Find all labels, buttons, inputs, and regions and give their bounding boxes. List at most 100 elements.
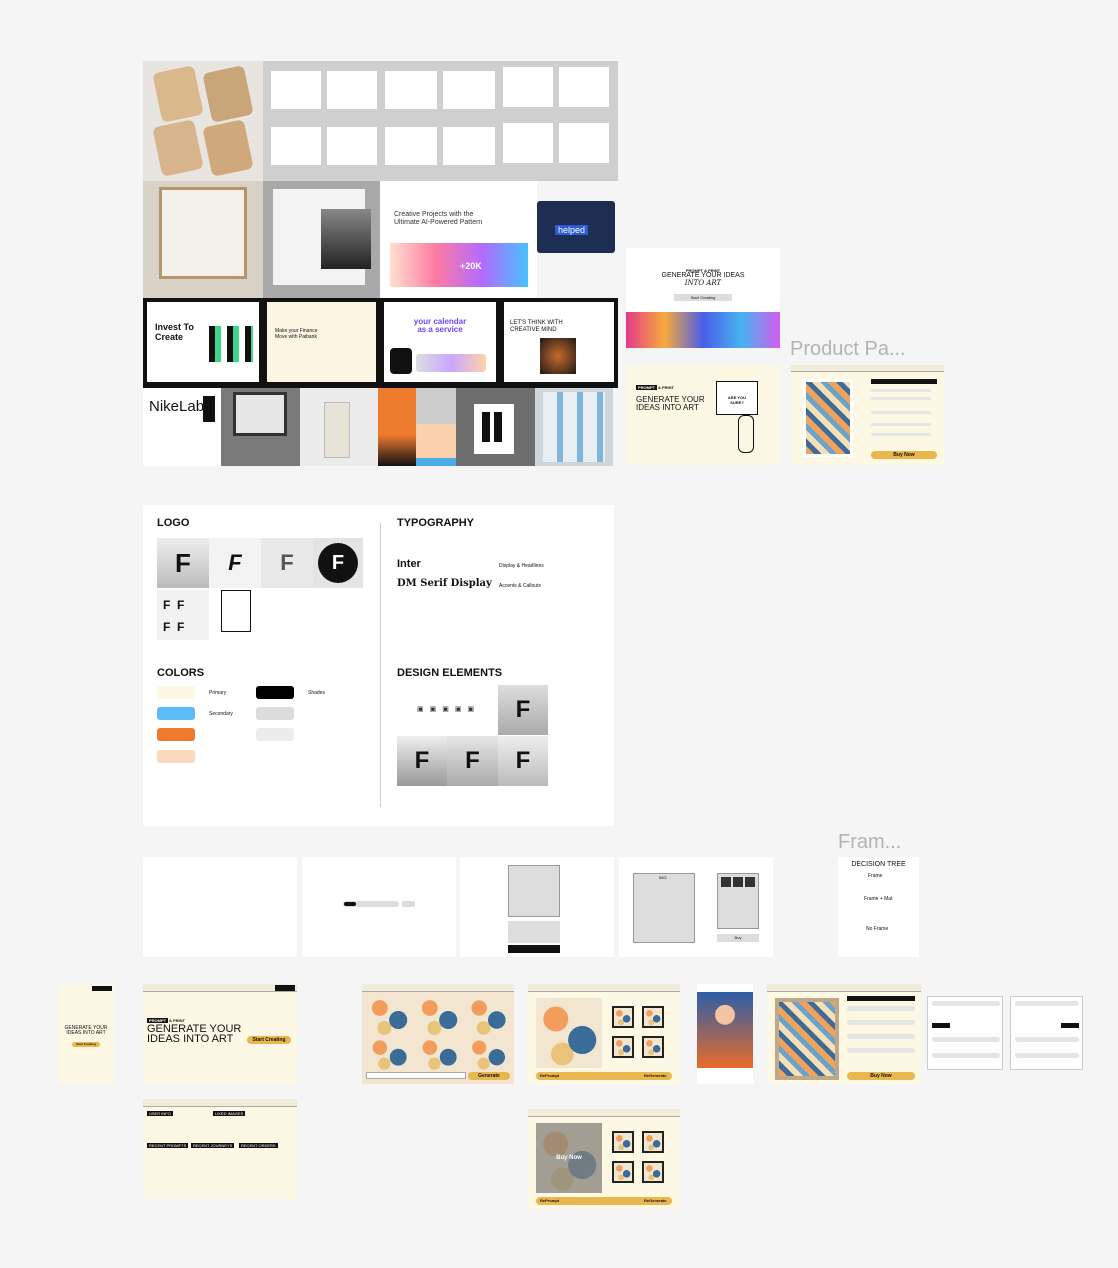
mood-tile-think[interactable]: LET'S THINK WITH CREATIVE MIND — [500, 298, 618, 388]
hero-mock-title-1: GENERATE YOUR IDEAS — [661, 272, 745, 279]
flow-mobile-title-2: IDEAS INTO ART — [66, 1030, 106, 1036]
logo-grid: F FF F — [157, 590, 209, 640]
creative-stat: +20K — [460, 261, 482, 271]
mood-tile-frame[interactable] — [143, 181, 263, 298]
flow-desktop-hero[interactable]: PROMPT & PRINT GENERATE YOUR IDEAS INTO … — [143, 984, 297, 1084]
flow-hero-start[interactable]: Start Creating — [247, 1036, 291, 1044]
invest-title: Invest To Create — [155, 322, 194, 342]
hero-mock-gradient-strip — [626, 312, 780, 348]
flow-buy-reprompt[interactable]: RePrompt — [540, 1198, 559, 1203]
wireframe-product[interactable]: IMG Buy — [619, 857, 773, 957]
element-3d-3: F — [447, 736, 498, 786]
decision-opt-frame-mat: Frame + Mat — [864, 896, 893, 902]
think-title: LET'S THINK WITH CREATIVE MIND — [510, 320, 563, 333]
element-3d-1: F — [498, 685, 548, 735]
flow-selected[interactable]: RePrompt ReGenerate — [528, 984, 680, 1084]
mood-tile-brochure[interactable] — [535, 388, 613, 466]
mood-tile-poster[interactable] — [456, 388, 535, 466]
calendar-title: your calendar as a service — [413, 317, 467, 334]
flow-character[interactable] — [697, 984, 753, 1084]
flow-mobile-start[interactable]: Start Creating — [72, 1042, 100, 1047]
moodboard-section: Creative Projects with the Ultimate AI-P… — [143, 61, 618, 466]
mood-tile-phones[interactable] — [143, 61, 263, 181]
wireframe-prompt[interactable] — [302, 857, 456, 957]
wireframe-gallery[interactable] — [460, 857, 614, 957]
flow-mobile-hero[interactable]: GENERATE YOUR IDEAS INTO ART Start Creati… — [58, 984, 114, 1084]
mood-tile-nikelab[interactable]: NikeLab — [143, 388, 221, 466]
mood-tile-invest[interactable]: Invest To Create — [143, 298, 263, 388]
typography-heading: TYPOGRAPHY — [397, 517, 475, 529]
flow-results-grid[interactable]: Generate — [362, 984, 514, 1084]
flow-product-buy-now[interactable]: Buy Now — [847, 1072, 915, 1080]
swatch-primary — [157, 686, 195, 699]
logo-heading: LOGO — [157, 517, 190, 529]
logo-3d-outline — [221, 590, 251, 632]
swatch-secondary — [157, 707, 195, 720]
decision-opt-no-frame: No Frame — [866, 926, 889, 932]
mood-tile-palette[interactable] — [378, 388, 456, 466]
label-shades: Shades — [308, 690, 325, 696]
mood-tile-device[interactable] — [300, 388, 378, 466]
mood-tile-helped[interactable]: helped — [537, 201, 615, 253]
frame-label-product-page: Product Pa... — [790, 338, 906, 360]
swatch-black — [256, 686, 294, 699]
profile-liked-images[interactable]: LIKED IMAGES — [213, 1111, 246, 1116]
mood-tile-tablet[interactable] — [221, 388, 300, 466]
hero-mock2-eyebrow-rest: & PRINT — [658, 385, 674, 390]
mood-tile-creative[interactable]: Creative Projects with the Ultimate AI-P… — [380, 181, 537, 298]
flow-hero-title-2: IDEAS INTO ART — [147, 1033, 234, 1045]
flow-buy-overlay[interactable]: Buy Now RePrompt ReGenerate — [528, 1109, 680, 1209]
mood-tile-calendar[interactable]: your calendar as a service — [380, 298, 500, 388]
profile-recent-orders[interactable]: RECENT ORDERS — [239, 1143, 278, 1148]
profile-recent-journeys[interactable]: RECENT JOURNEYS — [191, 1143, 235, 1148]
hero-mock-illustration[interactable]: PROMPT & PRINT GENERATE YOUR IDEAS INTO … — [626, 365, 780, 465]
profile-user-info[interactable]: USER INFO — [147, 1111, 173, 1116]
flow-options-2[interactable] — [1010, 996, 1083, 1070]
font-role-serif: Accents & Callouts — [499, 583, 541, 589]
design-elements-heading: DESIGN ELEMENTS — [397, 667, 503, 679]
nikelab-wordmark: NikeLab — [149, 398, 205, 415]
hero-mock-gradient[interactable]: PROMPT & PRINT GENERATE YOUR IDEAS INTO … — [626, 248, 780, 348]
profile-recent-prompts[interactable]: RECENT PROMPTS — [147, 1143, 189, 1148]
flow-profile[interactable]: USER INFO LIKED IMAGES RECENT PROMPTS RE… — [143, 1099, 297, 1199]
swatch-peach — [157, 750, 195, 763]
frame-label-frame: Fram... — [838, 831, 902, 853]
font-role-inter: Display & Headlines — [499, 563, 544, 569]
mood-tile-ink[interactable] — [263, 181, 380, 298]
flow-buy-now[interactable]: Buy Now — [536, 1155, 602, 1161]
decision-tree-title: DECISION TREE — [851, 861, 906, 868]
font-sample-inter: Inter — [397, 558, 421, 570]
logo-variant-1: F — [157, 538, 209, 588]
decision-opt-frame: Frame — [868, 873, 883, 879]
flow-generate-button[interactable]: Generate — [468, 1072, 510, 1080]
decision-tree[interactable]: DECISION TREE Frame Frame + Mat No Frame — [838, 857, 919, 957]
logo-variant-4: F — [313, 538, 363, 588]
hero-mock-title-2: INTO ART — [684, 279, 722, 287]
product-buy-button[interactable]: Buy Now — [871, 451, 937, 459]
hero-mock-start-button[interactable]: Start Creating — [674, 294, 732, 301]
swatch-light-gray — [256, 728, 294, 741]
flow-product-page[interactable]: Buy Now — [767, 984, 921, 1084]
flow-reprompt[interactable]: RePrompt — [540, 1073, 559, 1078]
mood-tile-gallery[interactable] — [263, 61, 618, 181]
wireframe-img — [633, 873, 695, 943]
logo-variant-3: F — [261, 538, 313, 588]
flow-regenerate[interactable]: ReGenerate — [644, 1073, 666, 1078]
product-artwork — [803, 379, 853, 457]
element-3d-4: F — [498, 736, 548, 786]
brand-board: LOGO F F F F F FF F TYPOGRAPHY Inter Dis… — [143, 505, 614, 826]
wireframe-buy-button[interactable]: Buy — [717, 934, 759, 942]
helped-label: helped — [555, 225, 589, 235]
wireframe-blank[interactable] — [143, 857, 297, 957]
font-sample-serif: DM Serif Display — [397, 578, 492, 589]
flow-options-1[interactable] — [927, 996, 1003, 1070]
creative-title: Creative Projects with the Ultimate AI-P… — [394, 211, 483, 226]
flow-buy-regenerate[interactable]: ReGenerate — [644, 1198, 666, 1203]
flow-mobile-title: GENERATE YOUR IDEAS INTO ART — [60, 1026, 112, 1036]
product-page-mock[interactable]: Buy Now — [791, 365, 944, 465]
mood-tile-finance[interactable]: Make your Finance Move with Paibank — [263, 298, 380, 388]
element-3d-2: F — [397, 736, 447, 786]
swatch-orange — [157, 728, 195, 741]
divider-vertical — [380, 523, 381, 807]
label-primary: Primary — [209, 690, 227, 696]
